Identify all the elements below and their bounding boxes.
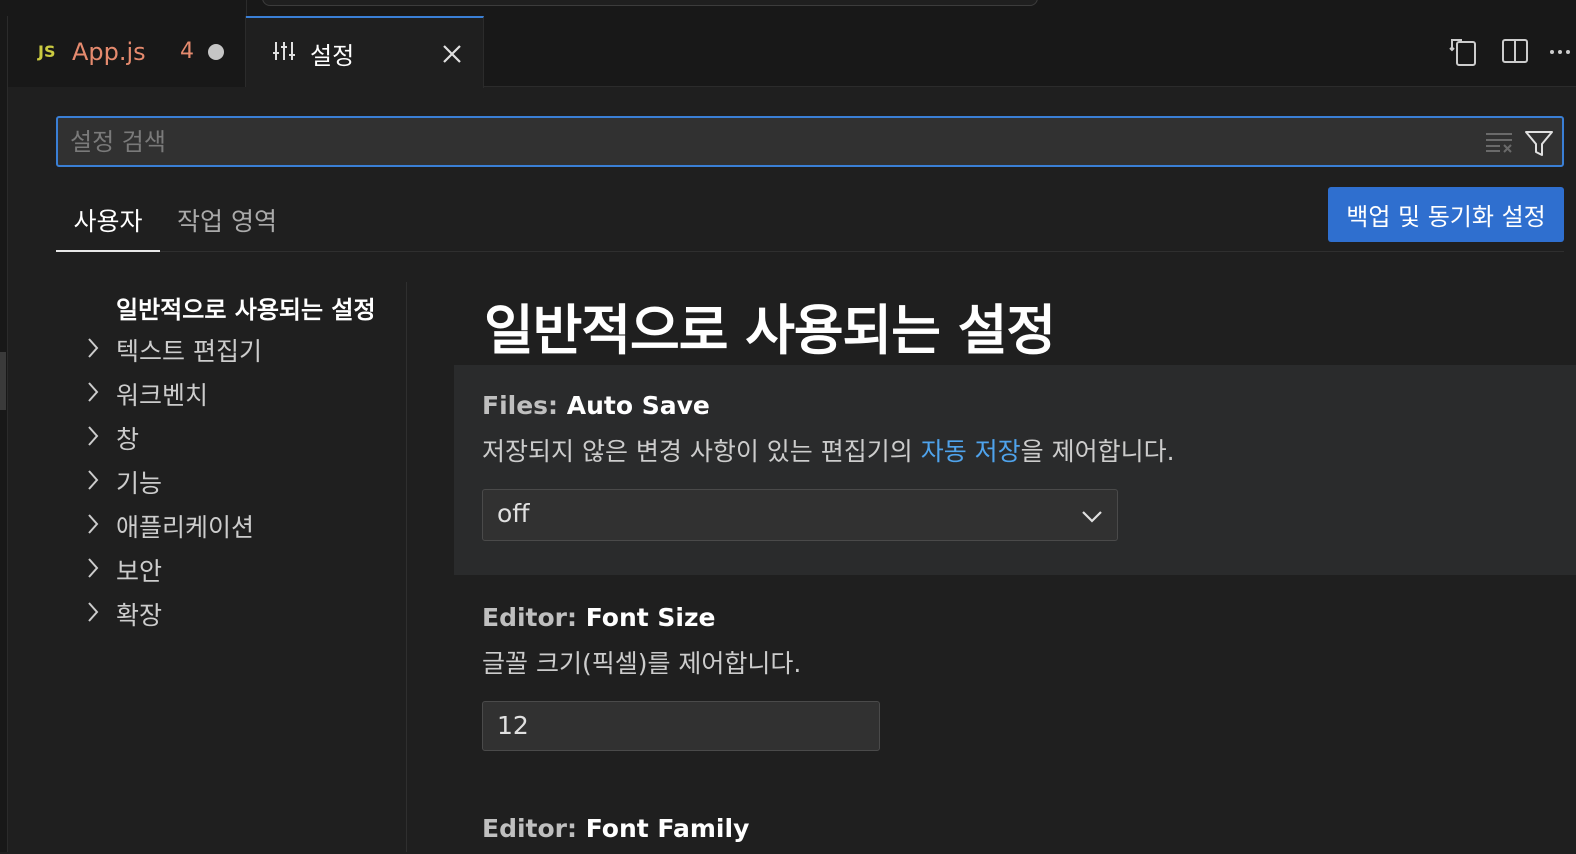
toc-item-label: 일반적으로 사용되는 설정 — [116, 296, 376, 324]
tab-user[interactable]: 사용자 — [56, 200, 160, 252]
setting-description: 저장되지 않은 변경 사항이 있는 편집기의 자동 저장을 제어합니다. — [482, 432, 1576, 468]
setting-title: Files: Auto Save — [482, 391, 1576, 420]
toc-item-application[interactable]: 애플리케이션 — [56, 502, 407, 546]
tab-settings[interactable]: 설정 — [246, 16, 484, 88]
chevron-right-icon — [86, 336, 100, 366]
select-value: off — [497, 499, 530, 528]
setting-title: Editor: Font Family — [482, 814, 1576, 843]
filter-icon[interactable] — [1524, 129, 1554, 161]
toc-item-label: 텍스트 편집기 — [116, 337, 262, 366]
toc-item-features[interactable]: 기능 — [56, 458, 407, 502]
tab-label: 설정 — [310, 41, 355, 70]
clear-filter-icon[interactable] — [1484, 130, 1514, 158]
section-title: 일반적으로 사용되는 설정 — [484, 299, 1056, 362]
settings-sliders-icon — [272, 40, 296, 68]
problem-count-badge: 4 — [180, 39, 194, 64]
setting-description: 글꼴 크기(픽셀)를 제어합니다. — [482, 649, 802, 678]
command-center[interactable] — [262, 0, 1038, 6]
setting-editor-font-family: Editor: Font Family — [454, 814, 1576, 854]
input-value: 12 — [497, 711, 529, 740]
toc-item-text-editor[interactable]: 텍스트 편집기 — [56, 326, 407, 370]
tab-workspace[interactable]: 작업 영역 — [177, 200, 277, 250]
divider — [246, 0, 247, 16]
activity-edge — [0, 16, 8, 852]
toc-item-security[interactable]: 보안 — [56, 546, 407, 590]
desc-text: 을 제어합니다. — [1020, 437, 1175, 466]
toc-item-label: 확장 — [116, 601, 163, 630]
search-input[interactable] — [58, 118, 1562, 165]
setting-name: Auto Save — [566, 391, 710, 420]
toc-item-workbench[interactable]: 워크벤치 — [56, 370, 407, 414]
javascript-file-icon: JS — [38, 42, 56, 61]
chevron-right-icon — [86, 600, 100, 630]
close-icon[interactable] — [442, 42, 462, 70]
open-settings-json-icon[interactable] — [1448, 36, 1480, 72]
chevron-down-icon — [1081, 504, 1103, 533]
chevron-right-icon — [86, 380, 100, 410]
editor-actions — [1436, 16, 1576, 87]
setting-name: Font Size — [585, 603, 716, 632]
editor-tab-bar: JS App.js 4 설정 — [0, 16, 1576, 88]
toc-item-label: 기능 — [116, 469, 163, 498]
toc-item-label: 창 — [116, 425, 140, 454]
settings-toc: 일반적으로 사용되는 설정 텍스트 편집기 워크벤치 창 기능 애플리케이션 보… — [56, 282, 407, 852]
unsaved-dot-icon[interactable] — [208, 43, 224, 60]
setting-category: Editor: — [482, 603, 586, 632]
setting-title: Editor: Font Size — [482, 603, 1576, 632]
setting-category: Editor: — [482, 814, 586, 843]
settings-editor: 일반적으로 사용되는 설정 Files: Auto Save 저장되지 않은 변… — [408, 282, 1576, 852]
more-actions-icon[interactable] — [1548, 40, 1576, 68]
toc-item-window[interactable]: 창 — [56, 414, 407, 458]
chevron-right-icon — [86, 424, 100, 454]
scroll-marker — [0, 352, 6, 410]
setting-name: Font Family — [585, 814, 750, 843]
auto-save-link[interactable]: 자동 저장 — [921, 437, 1021, 466]
backup-sync-button[interactable]: 백업 및 동기화 설정 — [1328, 187, 1564, 242]
toc-item-label: 애플리케이션 — [116, 513, 255, 542]
tab-label: App.js — [72, 37, 146, 66]
toc-item-commonly-used[interactable]: 일반적으로 사용되는 설정 — [56, 282, 407, 326]
chevron-right-icon — [86, 512, 100, 542]
chevron-right-icon — [86, 468, 100, 498]
chevron-right-icon — [86, 556, 100, 586]
toc-item-extensions[interactable]: 확장 — [56, 590, 407, 634]
setting-category: Files: — [482, 391, 567, 420]
settings-search — [56, 116, 1564, 167]
desc-text: 저장되지 않은 변경 사항이 있는 편집기의 — [482, 437, 921, 466]
setting-editor-font-size: Editor: Font Size 글꼴 크기(픽셀)를 제어합니다. 12 — [454, 603, 1576, 773]
font-size-input[interactable]: 12 — [482, 701, 880, 751]
toc-item-label: 워크벤치 — [116, 381, 209, 410]
toc-item-label: 보안 — [116, 557, 163, 586]
setting-files-auto-save: Files: Auto Save 저장되지 않은 변경 사항이 있는 편집기의 … — [454, 365, 1576, 575]
title-bar-strip — [0, 0, 1576, 16]
split-editor-icon[interactable] — [1500, 36, 1530, 70]
tab-app-js[interactable]: JS App.js 4 — [8, 16, 246, 87]
auto-save-select[interactable]: off — [482, 489, 1118, 541]
